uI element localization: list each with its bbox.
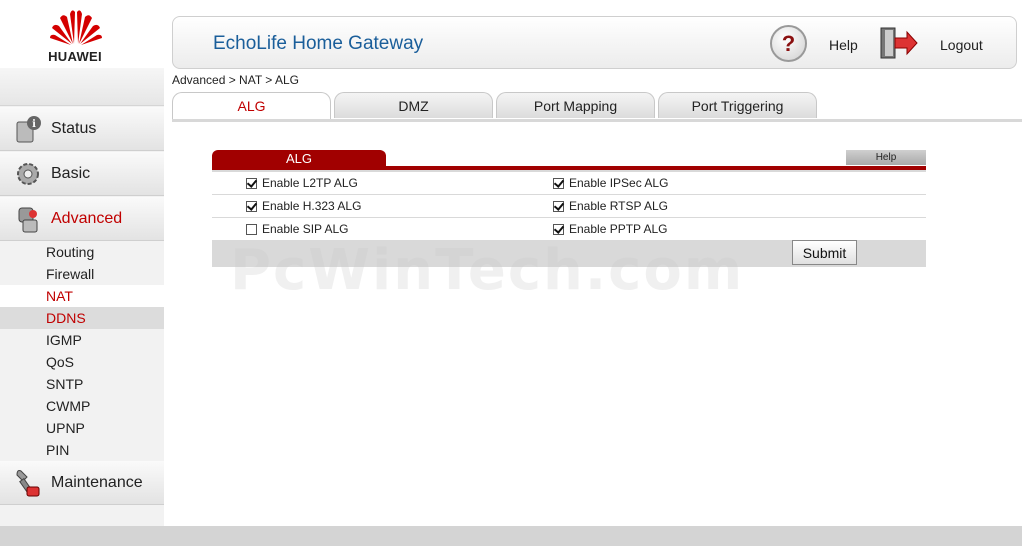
app-title: EchoLife Home Gateway	[213, 33, 424, 54]
logo-text: HUAWEI	[48, 49, 102, 64]
status-icon: i	[12, 113, 44, 145]
option-label: Enable RTSP ALG	[569, 199, 668, 213]
sip-alg-checkbox[interactable]	[246, 223, 257, 235]
panel-help-button[interactable]: Help	[846, 150, 926, 165]
door-exit-icon[interactable]	[879, 26, 919, 60]
tab-divider	[172, 119, 1022, 122]
sidebar-subitem-ddns[interactable]: DDNS	[0, 307, 164, 329]
tab-port-triggering[interactable]: Port Triggering	[658, 92, 817, 118]
l2tp-alg-checkbox[interactable]	[246, 177, 257, 189]
logout-link[interactable]: Logout	[940, 37, 983, 53]
option-label: Enable IPSec ALG	[569, 176, 669, 190]
rtsp-alg-checkbox[interactable]	[553, 200, 564, 212]
router-admin-page: HUAWEI i Status Basic Advanced Routing F…	[0, 0, 1022, 546]
ipsec-alg-option[interactable]: Enable IPSec ALG	[553, 172, 668, 194]
tab-port-mapping[interactable]: Port Mapping	[496, 92, 655, 118]
sidebar-subitem-nat[interactable]: NAT	[0, 285, 164, 307]
option-label: Enable SIP ALG	[262, 222, 349, 236]
tools-icon	[12, 203, 44, 235]
sidebar-item-label: Basic	[51, 164, 91, 182]
ipsec-alg-checkbox[interactable]	[553, 177, 564, 189]
h323-alg-option[interactable]: Enable H.323 ALG	[246, 195, 361, 217]
option-label: Enable L2TP ALG	[262, 176, 358, 190]
tab-dmz[interactable]: DMZ	[334, 92, 493, 118]
h323-alg-checkbox[interactable]	[246, 200, 257, 212]
question-icon[interactable]: ?	[770, 25, 807, 62]
rtsp-alg-option[interactable]: Enable RTSP ALG	[553, 195, 668, 217]
logo-area: HUAWEI	[0, 0, 164, 68]
sidebar-subitem-upnp[interactable]: UPNP	[0, 417, 164, 439]
submit-button[interactable]: Submit	[792, 240, 857, 265]
l2tp-alg-option[interactable]: Enable L2TP ALG	[246, 172, 358, 194]
sidebar-subitem-firewall[interactable]: Firewall	[0, 263, 164, 285]
svg-text:i: i	[32, 119, 36, 130]
sidebar-spacer	[0, 68, 164, 106]
huawei-logo-icon	[50, 10, 102, 45]
sidebar-subitem-qos[interactable]: QoS	[0, 351, 164, 373]
option-row: Enable SIP ALG Enable PPTP ALG	[212, 218, 926, 240]
advanced-submenu: Routing Firewall NAT DDNS IGMP QoS SNTP …	[0, 241, 164, 461]
sidebar-item-label: Maintenance	[51, 473, 143, 491]
sidebar: HUAWEI i Status Basic Advanced Routing F…	[0, 0, 164, 526]
sidebar-subitem-cwmp[interactable]: CWMP	[0, 395, 164, 417]
sip-alg-option[interactable]: Enable SIP ALG	[246, 218, 349, 240]
sidebar-item-advanced[interactable]: Advanced	[0, 197, 164, 241]
sidebar-subitem-sntp[interactable]: SNTP	[0, 373, 164, 395]
watermark: PcWinTech.com	[230, 238, 745, 303]
option-label: Enable H.323 ALG	[262, 199, 362, 213]
sidebar-subitem-routing[interactable]: Routing	[0, 241, 164, 263]
option-row: Enable H.323 ALG Enable RTSP ALG	[212, 195, 926, 217]
sidebar-item-basic[interactable]: Basic	[0, 152, 164, 196]
pptp-alg-option[interactable]: Enable PPTP ALG	[553, 218, 668, 240]
help-link[interactable]: Help	[829, 37, 858, 53]
sidebar-item-label: Advanced	[51, 209, 123, 227]
option-label: Enable PPTP ALG	[569, 222, 668, 236]
tab-alg[interactable]: ALG	[172, 92, 331, 120]
sidebar-item-status[interactable]: i Status	[0, 107, 164, 151]
footer-bar	[0, 526, 1022, 546]
wrench-icon	[12, 467, 44, 499]
pptp-alg-checkbox[interactable]	[553, 223, 564, 235]
sidebar-item-label: Status	[51, 119, 97, 137]
sidebar-item-maintenance[interactable]: Maintenance	[0, 461, 164, 505]
sidebar-subitem-pin[interactable]: PIN	[0, 439, 164, 461]
option-row: Enable L2TP ALG Enable IPSec ALG	[212, 172, 926, 194]
breadcrumb: Advanced > NAT > ALG	[172, 73, 299, 87]
sidebar-subitem-igmp[interactable]: IGMP	[0, 329, 164, 351]
gear-icon	[12, 158, 44, 190]
tab-bar: ALG DMZ Port Mapping Port Triggering	[172, 92, 1022, 122]
app-header: EchoLife Home Gateway ? Help Logout	[172, 16, 1017, 69]
